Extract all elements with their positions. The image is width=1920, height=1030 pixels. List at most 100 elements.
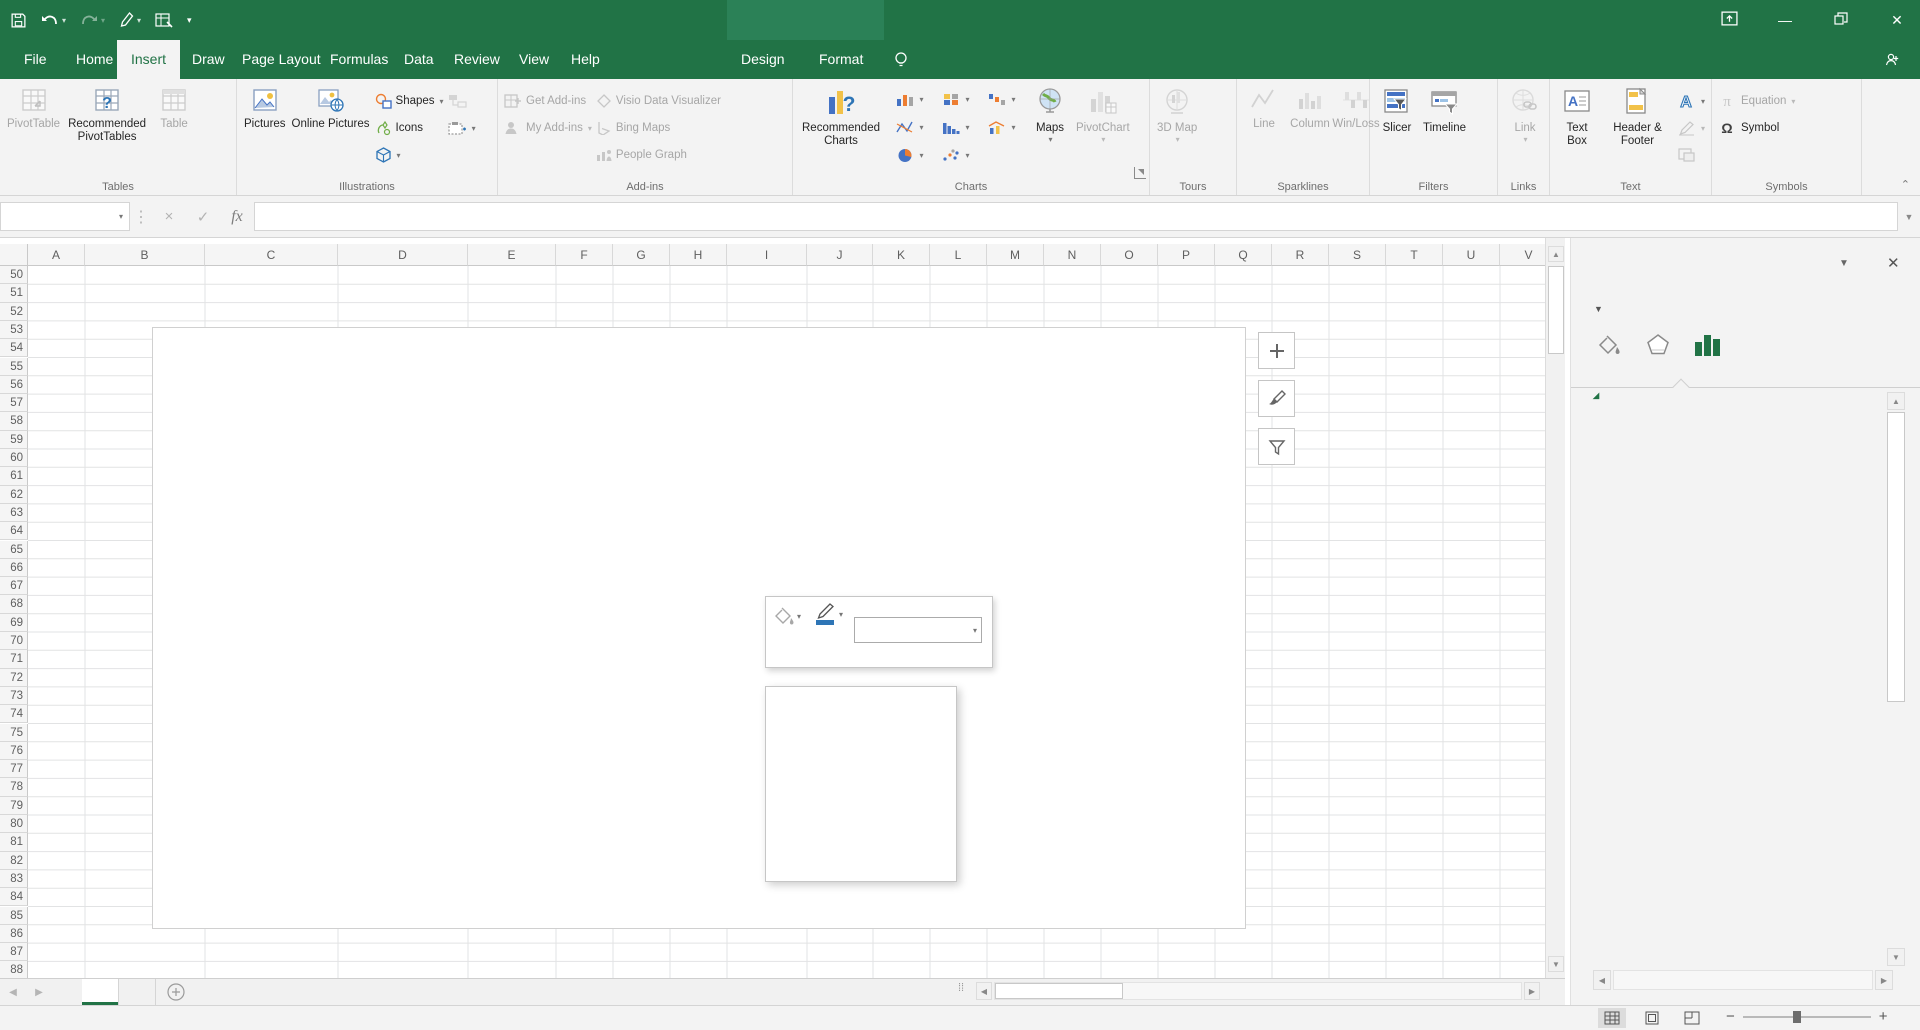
text-box-button[interactable]: AText Box	[1554, 83, 1600, 175]
row-header-74[interactable]: 74	[0, 705, 28, 723]
enter-icon[interactable]: ✓	[186, 196, 220, 237]
row-header-82[interactable]: 82	[0, 852, 28, 870]
fill-color-button[interactable]: ▾	[774, 605, 801, 627]
page-break-view-icon[interactable]	[1678, 1008, 1706, 1028]
hscroll-track[interactable]	[994, 982, 1522, 1000]
sheet-nav-right-icon[interactable]: ▶	[26, 979, 52, 1005]
namebox-splitter[interactable]: ⋮	[130, 196, 152, 237]
row-header-52[interactable]: 52	[0, 303, 28, 321]
row-header-56[interactable]: 56	[0, 376, 28, 394]
column-header-F[interactable]: F	[556, 244, 613, 266]
column-header-J[interactable]: J	[807, 244, 873, 266]
insert-scatter-chart-button[interactable]: ▾	[933, 143, 979, 167]
tab-help[interactable]: Help	[557, 40, 614, 79]
tab-insert[interactable]: Insert	[117, 40, 180, 79]
tab-review[interactable]: Review	[440, 40, 514, 79]
insert-column-chart-button[interactable]: ▾	[887, 87, 933, 111]
table-button[interactable]: Table	[151, 83, 197, 175]
grid-vertical-scrollbar[interactable]: ▲ ▼	[1545, 238, 1565, 978]
insert-stacked-chart-button[interactable]: ▾	[933, 87, 979, 111]
row-header-60[interactable]: 60	[0, 449, 28, 467]
column-header-E[interactable]: E	[468, 244, 556, 266]
header-footer-button[interactable]: Header & Footer	[1600, 83, 1675, 175]
row-header-66[interactable]: 66	[0, 559, 28, 577]
pane-scroll-left-icon[interactable]: ◀	[1593, 970, 1611, 990]
row-header-53[interactable]: 53	[0, 321, 28, 339]
formula-input[interactable]	[254, 202, 1898, 231]
pane-close-icon[interactable]: ✕	[1887, 254, 1900, 272]
3d-models-button[interactable]: ▾	[375, 143, 444, 167]
quick-table-icon[interactable]	[155, 12, 173, 28]
scroll-thumb[interactable]	[1548, 266, 1564, 354]
column-header-O[interactable]: O	[1101, 244, 1158, 266]
share-button[interactable]	[1885, 40, 1906, 79]
row-header-87[interactable]: 87	[0, 943, 28, 961]
pane-scroll-right-icon[interactable]: ▶	[1875, 970, 1893, 990]
insert-function-icon[interactable]: fx	[220, 196, 254, 237]
row-header-88[interactable]: 88	[0, 961, 28, 978]
scroll-up-icon[interactable]: ▲	[1548, 246, 1564, 262]
row-header-58[interactable]: 58	[0, 412, 28, 430]
chart-elements-button[interactable]	[1258, 332, 1295, 369]
name-box[interactable]: ▾	[0, 202, 130, 231]
formula-bar-expand-icon[interactable]: ▼	[1898, 196, 1920, 237]
insert-pie-chart-button[interactable]: ▾	[887, 143, 933, 167]
icons-button[interactable]: Icons	[375, 116, 444, 140]
line-button[interactable]: Line	[1241, 83, 1287, 175]
row-header-57[interactable]: 57	[0, 394, 28, 412]
recommended-pivottables-button[interactable]: ?Recommended PivotTables	[63, 83, 151, 175]
row-header-70[interactable]: 70	[0, 632, 28, 650]
equation-button[interactable]: πEquation▾	[1718, 89, 1795, 113]
slicer-button[interactable]: Slicer	[1374, 83, 1420, 175]
row-header-86[interactable]: 86	[0, 925, 28, 943]
column-button[interactable]: Column	[1287, 83, 1333, 175]
tab-file[interactable]: File	[10, 40, 61, 79]
symbol-button[interactable]: ΩSymbol	[1718, 116, 1795, 140]
column-header-C[interactable]: C	[205, 244, 338, 266]
shapes-button[interactable]: Shapes▾	[375, 89, 444, 113]
tab-view[interactable]: View	[505, 40, 563, 79]
row-header-50[interactable]: 50	[0, 266, 28, 284]
row-header-76[interactable]: 76	[0, 742, 28, 760]
scroll-down-icon[interactable]: ▼	[1548, 956, 1564, 972]
row-header-79[interactable]: 79	[0, 797, 28, 815]
online-pictures-button[interactable]: Online Pictures	[289, 83, 373, 175]
row-header-72[interactable]: 72	[0, 669, 28, 687]
column-header-S[interactable]: S	[1329, 244, 1386, 266]
row-header-80[interactable]: 80	[0, 815, 28, 833]
dialog-launcher-icon[interactable]	[1134, 167, 1146, 179]
column-header-G[interactable]: G	[613, 244, 670, 266]
hscroll-right-icon[interactable]: ▶	[1524, 982, 1540, 1000]
row-header-85[interactable]: 85	[0, 907, 28, 925]
column-header-H[interactable]: H	[670, 244, 727, 266]
chart-object[interactable]	[152, 327, 1246, 929]
row-header-62[interactable]: 62	[0, 486, 28, 504]
column-header-M[interactable]: M	[987, 244, 1044, 266]
row-header-75[interactable]: 75	[0, 724, 28, 742]
column-header-I[interactable]: I	[727, 244, 807, 266]
trendline-options-tab-icon[interactable]	[1693, 332, 1723, 363]
insert-combo-chart-button[interactable]: ▾	[979, 115, 1025, 139]
get-add-ins-button[interactable]: Get Add-ins	[504, 89, 592, 113]
link-button[interactable]: Link▾	[1502, 83, 1548, 175]
column-header-K[interactable]: K	[873, 244, 930, 266]
ribbon-display-options-icon[interactable]	[1714, 11, 1744, 29]
column-header-A[interactable]: A	[28, 244, 85, 266]
insert-line-chart-button[interactable]: ▾	[887, 115, 933, 139]
pane-scroll-up-icon[interactable]: ▲	[1887, 392, 1905, 410]
close-button[interactable]: ✕	[1882, 12, 1912, 29]
save-icon[interactable]	[10, 12, 27, 29]
row-header-54[interactable]: 54	[0, 339, 28, 357]
row-header-63[interactable]: 63	[0, 504, 28, 522]
timeline-button[interactable]: Timeline	[1420, 83, 1469, 175]
column-header-B[interactable]: B	[85, 244, 205, 266]
outline-color-button[interactable]: ▾	[812, 601, 843, 627]
object-button[interactable]	[1677, 143, 1705, 167]
touch-mouse-mode-icon[interactable]: ▾	[119, 12, 141, 28]
insert-histogram-chart-button[interactable]: ▾	[933, 115, 979, 139]
cancel-icon[interactable]: ×	[152, 196, 186, 237]
tell-me-box[interactable]	[893, 40, 917, 79]
maps-button[interactable]: Maps▾	[1027, 83, 1073, 175]
pane-options-dropdown-icon[interactable]: ▼	[1839, 258, 1849, 269]
row-header-71[interactable]: 71	[0, 650, 28, 668]
